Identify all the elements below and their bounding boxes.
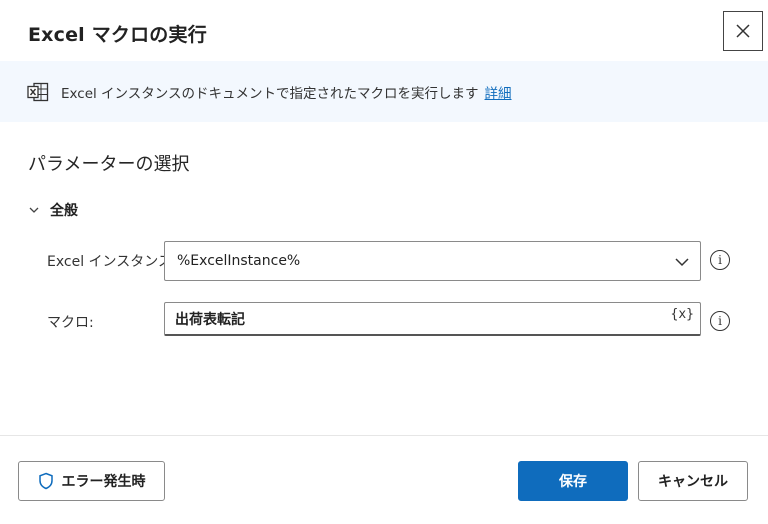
macro-input[interactable]: 出荷表転記 {x} xyxy=(164,302,701,336)
excel-instance-select[interactable]: %ExcelInstance% xyxy=(164,241,701,281)
macro-label: マクロ: xyxy=(47,315,94,331)
chevron-down-icon xyxy=(28,203,42,217)
info-description: Excel インスタンスのドキュメントで指定されたマクロを実行します xyxy=(61,85,479,102)
details-link[interactable]: 詳細 xyxy=(485,82,512,102)
close-button[interactable] xyxy=(723,11,763,51)
shield-icon xyxy=(38,472,54,490)
info-icon[interactable]: i xyxy=(710,250,730,270)
on-error-button[interactable]: エラー発生時 xyxy=(18,461,165,501)
excel-instance-value: %ExcelInstance% xyxy=(177,253,301,269)
info-bar: Excel インスタンスのドキュメントで指定されたマクロを実行します 詳細 xyxy=(0,61,768,122)
dialog-title: Excel マクロの実行 xyxy=(28,24,207,46)
info-icon[interactable]: i xyxy=(710,311,730,331)
close-icon xyxy=(736,24,750,38)
save-button[interactable]: 保存 xyxy=(518,461,628,501)
group-header-general[interactable]: 全般 xyxy=(28,200,78,220)
footer-divider xyxy=(0,435,768,436)
excel-run-macro-dialog: Excel マクロの実行 Excel インスタンスのドキュメントで指定されたマク… xyxy=(0,0,768,524)
on-error-label: エラー発生時 xyxy=(61,474,146,490)
excel-instance-label: Excel インスタンス: xyxy=(47,254,177,270)
chevron-down-icon xyxy=(675,258,689,267)
group-label: 全般 xyxy=(50,203,78,219)
info-icon-glyph: i xyxy=(718,253,722,267)
info-icon-glyph: i xyxy=(718,314,722,328)
excel-icon xyxy=(27,82,49,102)
macro-value: 出荷表転記 xyxy=(175,311,245,328)
section-title: パラメーターの選択 xyxy=(28,154,190,175)
variable-icon[interactable]: {x} xyxy=(671,307,694,322)
cancel-button[interactable]: キャンセル xyxy=(638,461,748,501)
